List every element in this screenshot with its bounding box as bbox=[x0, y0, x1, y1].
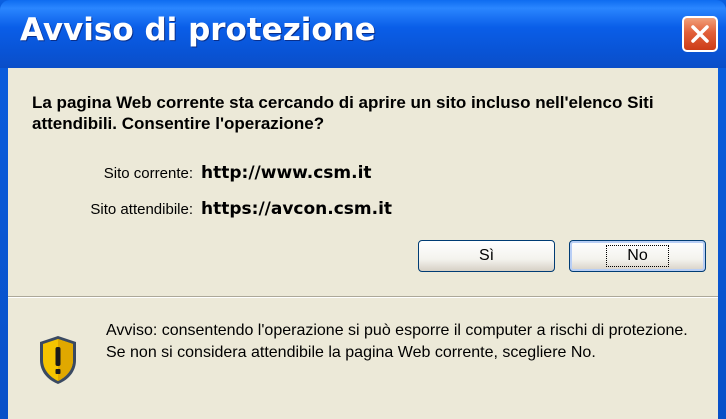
current-site-row: Sito corrente: http://www.csm.it bbox=[16, 163, 372, 183]
no-button-label: No bbox=[606, 245, 669, 267]
current-site-value: http://www.csm.it bbox=[201, 163, 372, 183]
dialog-body: La pagina Web corrente sta cercando di a… bbox=[8, 68, 718, 419]
current-site-label: Sito corrente: bbox=[103, 165, 193, 182]
close-button[interactable] bbox=[682, 16, 718, 52]
no-button[interactable]: No bbox=[569, 240, 706, 272]
yes-button-label: Sì bbox=[478, 247, 495, 264]
trusted-site-label: Sito attendibile: bbox=[90, 201, 193, 218]
dialog-title: Avviso di protezione bbox=[20, 12, 376, 48]
warning-text: Avviso: consentendo l'operazione si può … bbox=[106, 322, 688, 361]
yes-button[interactable]: Sì bbox=[418, 240, 555, 272]
shield-warning-icon bbox=[40, 336, 76, 384]
title-bar[interactable]: Avviso di protezione bbox=[0, 0, 726, 68]
question-text: La pagina Web corrente sta cercando di a… bbox=[32, 93, 654, 133]
trusted-site-row: Sito attendibile: https://avcon.csm.it bbox=[16, 199, 392, 219]
separator-highlight bbox=[8, 297, 718, 298]
close-icon bbox=[691, 25, 709, 43]
dialog-window: Avviso di protezione La pagina Web corre… bbox=[0, 0, 726, 419]
trusted-site-value: https://avcon.csm.it bbox=[201, 199, 393, 219]
